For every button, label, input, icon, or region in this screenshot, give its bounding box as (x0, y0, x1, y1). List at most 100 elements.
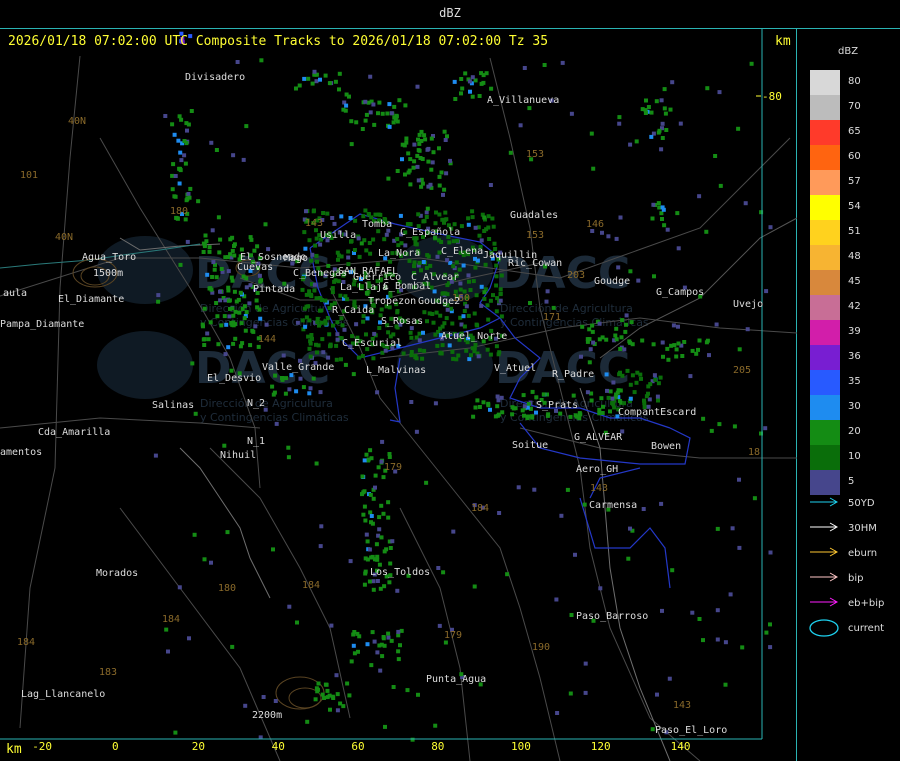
place-label: Atuel_Norte (441, 331, 507, 342)
track-arrow-icon (810, 597, 839, 607)
watermark-line2: y Contingencias Climáticas (500, 316, 649, 329)
x-tick-label: 40 (272, 740, 285, 753)
x-tick-label: 120 (591, 740, 611, 753)
route-number: 153 (526, 230, 544, 241)
route-number: 179 (444, 630, 462, 641)
map-title: 2026/01/18 07:02:00 UTC Composite Tracks… (8, 34, 549, 49)
legend-label: 35 (848, 376, 861, 387)
place-labels: Divisadero A_Villanueva Guadales Tomba C_Esp… (0, 72, 763, 736)
place-label: Paso_El_Loro (655, 725, 727, 736)
legend-swatch-30 (810, 395, 840, 420)
legend-label: 5 (848, 476, 855, 487)
legend-swatch-5 (810, 470, 840, 495)
legend-title: dBZ (838, 46, 859, 57)
route-number: 143 (673, 700, 691, 711)
legend-label: 51 (848, 226, 861, 237)
route-number: 143 (305, 218, 323, 229)
legend-swatch-10 (810, 445, 840, 470)
legend-swatch-80 (810, 70, 840, 95)
axis-unit-label: km (775, 34, 791, 49)
route-number: 179 (384, 462, 402, 473)
axis-unit-label-bottom: km (6, 742, 22, 757)
legend-swatch-57 (810, 170, 840, 195)
watermark-line2: y Contingencias Climáticas (200, 411, 349, 424)
place-label: C_Escurial (342, 338, 402, 349)
route-number: 184 (471, 503, 489, 514)
y-tick-label: -80 (762, 90, 782, 103)
x-tick-label: -20 (32, 740, 52, 753)
route-number: 184 (162, 614, 180, 625)
legend-swatch-36 (810, 345, 840, 370)
track-legend-label: bip (848, 573, 864, 584)
place-label: L_Malvinas (366, 365, 426, 376)
x-tick-label: 0 (112, 740, 119, 753)
product-label: dBZ (439, 6, 461, 20)
route-number: 18 (748, 447, 760, 458)
legend-swatch-20 (810, 420, 840, 445)
track-legend-label: eburn (848, 548, 878, 559)
route-number: 171 (543, 312, 561, 323)
route-number: 146 (586, 219, 604, 230)
place-label: Morados (96, 568, 138, 579)
place-label: Salinas (152, 400, 194, 411)
track-legend-label: eb+bip (848, 598, 885, 609)
place-label: Paso_Barroso (576, 611, 648, 622)
legend-swatch-45 (810, 270, 840, 295)
current-ellipse-icon (809, 619, 839, 637)
place-label: C_Española (400, 227, 460, 238)
legend-label: 80 (848, 76, 861, 87)
place-label: Valle_Grande (262, 362, 334, 373)
place-label: La_Nora (378, 248, 420, 259)
legend-label: 39 (848, 326, 861, 337)
place-label: CompantEscard (618, 407, 696, 418)
radar-map-panel[interactable]: DACC Dirección de Agricultura y Contingenc… (0, 28, 797, 761)
place-label: 2200m (252, 710, 282, 721)
legend-label: 10 (848, 451, 861, 462)
watermark-line1: Dirección de Agricultura (200, 302, 333, 315)
legend-label: 70 (848, 101, 861, 112)
place-label: Pintada (253, 284, 295, 295)
route-number: 184 (302, 580, 320, 591)
route-number: 40N (55, 232, 73, 243)
route-number: 183 (99, 667, 117, 678)
place-label: G_Campos (656, 287, 704, 298)
place-label: Bowen (651, 441, 681, 452)
place-label: Nihuil (220, 450, 256, 461)
place-label: 1500m (93, 268, 123, 279)
place-label: R_Padre (552, 369, 594, 380)
place-label: Goudge2 (418, 296, 460, 307)
track-arrow-icon (810, 497, 839, 507)
route-number: 153 (526, 149, 544, 160)
place-label: aula (3, 288, 27, 299)
place-label: Soitue (512, 440, 548, 451)
route-number: 184 (17, 637, 35, 648)
route-number: 203 (567, 270, 585, 281)
route-number: 143 (590, 483, 608, 494)
route-number: 144 (258, 334, 276, 345)
place-label: V_Atuel (494, 363, 536, 374)
route-number: 40N (68, 116, 86, 127)
place-label: Cuevas (237, 262, 273, 273)
place-label: C_Elena (441, 246, 483, 257)
legend-swatch-60 (810, 145, 840, 170)
x-tick-label: 80 (431, 740, 444, 753)
legend-swatch-70 (810, 95, 840, 120)
radar-map[interactable]: DACCDirección de Agriculturay Contingenc… (0, 28, 797, 761)
place-label: A_Villanueva (487, 95, 559, 106)
route-number: 190 (532, 642, 550, 653)
place-label: G_ALVEAR (574, 432, 623, 443)
place-label: Cda_Amarilla (38, 427, 110, 438)
place-label: Usilla (320, 230, 356, 241)
x-tick-label: 140 (671, 740, 691, 753)
place-label: Tomba (362, 219, 392, 230)
route-number: 180 (218, 583, 236, 594)
place-label: Punta_Agua (426, 674, 486, 685)
legend-label: 45 (848, 276, 861, 287)
route-number: 180 (170, 206, 188, 217)
track-legend-label: 50YD (848, 498, 875, 509)
place-label: Mago (284, 253, 308, 264)
top-bar: dBZ (0, 0, 900, 29)
legend-swatch-42 (810, 295, 840, 320)
x-tick-label: 60 (351, 740, 364, 753)
legend-label: 60 (848, 151, 861, 162)
